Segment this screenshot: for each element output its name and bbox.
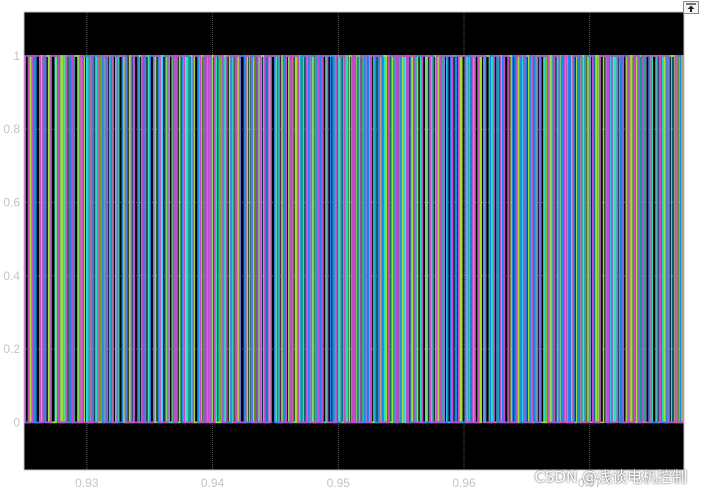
x-tick-label: 0.93	[75, 476, 99, 490]
scope-plot: 00.20.40.60.810.930.940.950.960.970.98	[3, 11, 685, 490]
undock-button[interactable]	[683, 1, 699, 14]
undock-arrow-icon	[686, 3, 696, 12]
y-tick-label: 0.6	[3, 196, 20, 210]
y-tick-label: 1	[13, 49, 20, 63]
x-tick-label: 0.95	[327, 476, 351, 490]
x-tick-label: 0.96	[452, 476, 476, 490]
scope-window: 00.20.40.60.810.930.940.950.960.970.98 C…	[0, 0, 701, 496]
y-tick-label: 0.8	[3, 122, 20, 136]
y-tick-label: 0.2	[3, 342, 20, 356]
watermark-text: CSDN @浅谈电机控制	[534, 468, 687, 486]
x-tick-label: 0.94	[201, 476, 225, 490]
y-tick-label: 0	[13, 415, 20, 429]
y-tick-label: 0.4	[3, 269, 20, 283]
